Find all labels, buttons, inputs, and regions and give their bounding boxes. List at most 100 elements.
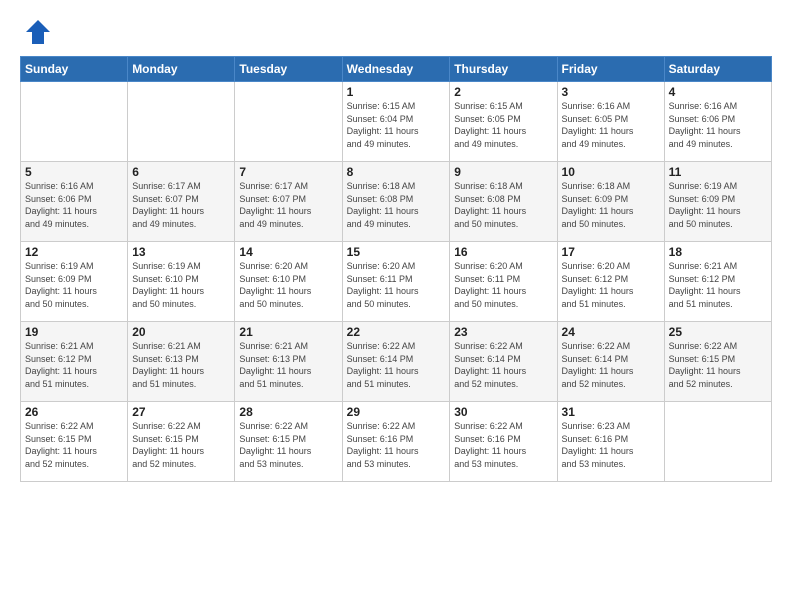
calendar-cell: 31Sunrise: 6:23 AM Sunset: 6:16 PM Dayli… (557, 402, 664, 482)
day-info: Sunrise: 6:17 AM Sunset: 6:07 PM Dayligh… (239, 180, 337, 230)
calendar-week-row: 1Sunrise: 6:15 AM Sunset: 6:04 PM Daylig… (21, 82, 772, 162)
calendar-cell: 26Sunrise: 6:22 AM Sunset: 6:15 PM Dayli… (21, 402, 128, 482)
day-number: 15 (347, 245, 446, 259)
day-info: Sunrise: 6:19 AM Sunset: 6:09 PM Dayligh… (25, 260, 123, 310)
weekday-header: Wednesday (342, 57, 450, 82)
calendar-cell (235, 82, 342, 162)
day-info: Sunrise: 6:15 AM Sunset: 6:05 PM Dayligh… (454, 100, 552, 150)
day-number: 2 (454, 85, 552, 99)
day-info: Sunrise: 6:18 AM Sunset: 6:08 PM Dayligh… (454, 180, 552, 230)
calendar-cell: 14Sunrise: 6:20 AM Sunset: 6:10 PM Dayli… (235, 242, 342, 322)
day-info: Sunrise: 6:19 AM Sunset: 6:09 PM Dayligh… (669, 180, 767, 230)
day-info: Sunrise: 6:16 AM Sunset: 6:05 PM Dayligh… (562, 100, 660, 150)
weekday-header: Saturday (664, 57, 771, 82)
day-number: 29 (347, 405, 446, 419)
calendar-body: 1Sunrise: 6:15 AM Sunset: 6:04 PM Daylig… (21, 82, 772, 482)
day-info: Sunrise: 6:18 AM Sunset: 6:09 PM Dayligh… (562, 180, 660, 230)
calendar-cell: 28Sunrise: 6:22 AM Sunset: 6:15 PM Dayli… (235, 402, 342, 482)
calendar-cell: 19Sunrise: 6:21 AM Sunset: 6:12 PM Dayli… (21, 322, 128, 402)
day-info: Sunrise: 6:22 AM Sunset: 6:14 PM Dayligh… (454, 340, 552, 390)
calendar-week-row: 5Sunrise: 6:16 AM Sunset: 6:06 PM Daylig… (21, 162, 772, 242)
day-info: Sunrise: 6:22 AM Sunset: 6:14 PM Dayligh… (562, 340, 660, 390)
day-info: Sunrise: 6:18 AM Sunset: 6:08 PM Dayligh… (347, 180, 446, 230)
weekday-header: Sunday (21, 57, 128, 82)
calendar-cell: 3Sunrise: 6:16 AM Sunset: 6:05 PM Daylig… (557, 82, 664, 162)
day-number: 26 (25, 405, 123, 419)
day-number: 23 (454, 325, 552, 339)
day-info: Sunrise: 6:21 AM Sunset: 6:13 PM Dayligh… (132, 340, 230, 390)
day-number: 22 (347, 325, 446, 339)
day-number: 3 (562, 85, 660, 99)
calendar-cell: 8Sunrise: 6:18 AM Sunset: 6:08 PM Daylig… (342, 162, 450, 242)
day-number: 1 (347, 85, 446, 99)
calendar-cell: 16Sunrise: 6:20 AM Sunset: 6:11 PM Dayli… (450, 242, 557, 322)
calendar-cell: 17Sunrise: 6:20 AM Sunset: 6:12 PM Dayli… (557, 242, 664, 322)
day-number: 11 (669, 165, 767, 179)
day-number: 4 (669, 85, 767, 99)
calendar-week-row: 12Sunrise: 6:19 AM Sunset: 6:09 PM Dayli… (21, 242, 772, 322)
calendar-cell: 23Sunrise: 6:22 AM Sunset: 6:14 PM Dayli… (450, 322, 557, 402)
calendar-cell: 29Sunrise: 6:22 AM Sunset: 6:16 PM Dayli… (342, 402, 450, 482)
calendar-cell: 6Sunrise: 6:17 AM Sunset: 6:07 PM Daylig… (128, 162, 235, 242)
calendar-table: SundayMondayTuesdayWednesdayThursdayFrid… (20, 56, 772, 482)
day-number: 10 (562, 165, 660, 179)
day-info: Sunrise: 6:17 AM Sunset: 6:07 PM Dayligh… (132, 180, 230, 230)
day-info: Sunrise: 6:21 AM Sunset: 6:13 PM Dayligh… (239, 340, 337, 390)
calendar-cell: 30Sunrise: 6:22 AM Sunset: 6:16 PM Dayli… (450, 402, 557, 482)
calendar-cell: 18Sunrise: 6:21 AM Sunset: 6:12 PM Dayli… (664, 242, 771, 322)
day-number: 13 (132, 245, 230, 259)
calendar-cell: 5Sunrise: 6:16 AM Sunset: 6:06 PM Daylig… (21, 162, 128, 242)
calendar-cell: 15Sunrise: 6:20 AM Sunset: 6:11 PM Dayli… (342, 242, 450, 322)
day-number: 20 (132, 325, 230, 339)
day-number: 14 (239, 245, 337, 259)
day-number: 7 (239, 165, 337, 179)
day-number: 30 (454, 405, 552, 419)
day-info: Sunrise: 6:22 AM Sunset: 6:15 PM Dayligh… (669, 340, 767, 390)
day-info: Sunrise: 6:16 AM Sunset: 6:06 PM Dayligh… (669, 100, 767, 150)
day-info: Sunrise: 6:22 AM Sunset: 6:16 PM Dayligh… (347, 420, 446, 470)
day-number: 27 (132, 405, 230, 419)
calendar-cell: 2Sunrise: 6:15 AM Sunset: 6:05 PM Daylig… (450, 82, 557, 162)
weekday-header: Friday (557, 57, 664, 82)
calendar-cell: 24Sunrise: 6:22 AM Sunset: 6:14 PM Dayli… (557, 322, 664, 402)
day-number: 19 (25, 325, 123, 339)
day-number: 24 (562, 325, 660, 339)
calendar-cell: 13Sunrise: 6:19 AM Sunset: 6:10 PM Dayli… (128, 242, 235, 322)
day-number: 31 (562, 405, 660, 419)
day-info: Sunrise: 6:23 AM Sunset: 6:16 PM Dayligh… (562, 420, 660, 470)
day-number: 6 (132, 165, 230, 179)
logo (20, 18, 52, 46)
calendar-cell (21, 82, 128, 162)
weekday-header: Tuesday (235, 57, 342, 82)
calendar-cell: 1Sunrise: 6:15 AM Sunset: 6:04 PM Daylig… (342, 82, 450, 162)
day-info: Sunrise: 6:19 AM Sunset: 6:10 PM Dayligh… (132, 260, 230, 310)
logo-icon (24, 18, 52, 46)
calendar-cell: 9Sunrise: 6:18 AM Sunset: 6:08 PM Daylig… (450, 162, 557, 242)
weekday-row: SundayMondayTuesdayWednesdayThursdayFrid… (21, 57, 772, 82)
calendar-week-row: 26Sunrise: 6:22 AM Sunset: 6:15 PM Dayli… (21, 402, 772, 482)
day-info: Sunrise: 6:20 AM Sunset: 6:12 PM Dayligh… (562, 260, 660, 310)
day-info: Sunrise: 6:16 AM Sunset: 6:06 PM Dayligh… (25, 180, 123, 230)
day-info: Sunrise: 6:22 AM Sunset: 6:15 PM Dayligh… (25, 420, 123, 470)
weekday-header: Monday (128, 57, 235, 82)
calendar-cell: 20Sunrise: 6:21 AM Sunset: 6:13 PM Dayli… (128, 322, 235, 402)
day-info: Sunrise: 6:21 AM Sunset: 6:12 PM Dayligh… (25, 340, 123, 390)
calendar-cell: 11Sunrise: 6:19 AM Sunset: 6:09 PM Dayli… (664, 162, 771, 242)
calendar-cell: 25Sunrise: 6:22 AM Sunset: 6:15 PM Dayli… (664, 322, 771, 402)
day-info: Sunrise: 6:20 AM Sunset: 6:11 PM Dayligh… (347, 260, 446, 310)
calendar-cell: 27Sunrise: 6:22 AM Sunset: 6:15 PM Dayli… (128, 402, 235, 482)
day-number: 9 (454, 165, 552, 179)
calendar-header: SundayMondayTuesdayWednesdayThursdayFrid… (21, 57, 772, 82)
day-info: Sunrise: 6:15 AM Sunset: 6:04 PM Dayligh… (347, 100, 446, 150)
calendar-cell: 12Sunrise: 6:19 AM Sunset: 6:09 PM Dayli… (21, 242, 128, 322)
day-number: 8 (347, 165, 446, 179)
day-number: 21 (239, 325, 337, 339)
day-number: 16 (454, 245, 552, 259)
calendar-cell: 7Sunrise: 6:17 AM Sunset: 6:07 PM Daylig… (235, 162, 342, 242)
day-number: 25 (669, 325, 767, 339)
day-info: Sunrise: 6:21 AM Sunset: 6:12 PM Dayligh… (669, 260, 767, 310)
calendar-cell: 21Sunrise: 6:21 AM Sunset: 6:13 PM Dayli… (235, 322, 342, 402)
calendar-cell (128, 82, 235, 162)
calendar-week-row: 19Sunrise: 6:21 AM Sunset: 6:12 PM Dayli… (21, 322, 772, 402)
day-info: Sunrise: 6:20 AM Sunset: 6:11 PM Dayligh… (454, 260, 552, 310)
